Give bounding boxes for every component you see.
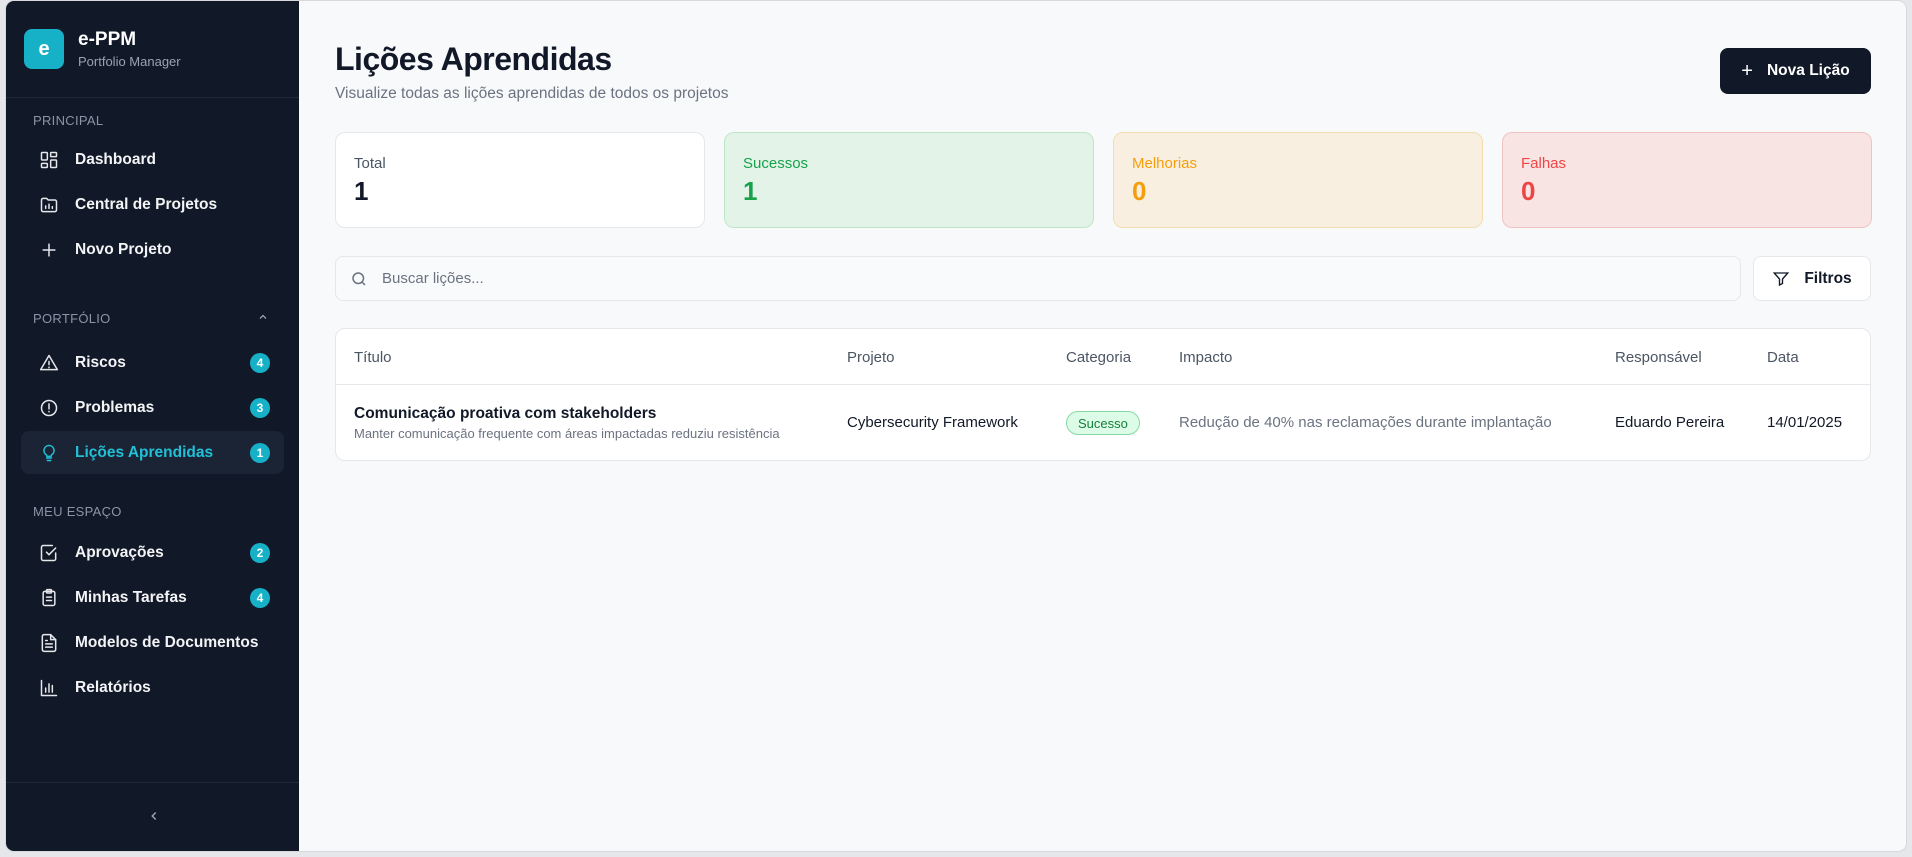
sidebar-item-novo-projeto[interactable]: Novo Projeto	[21, 228, 284, 271]
section-label-meu-espaco: MEU ESPAÇO	[33, 504, 122, 519]
count-badge: 4	[250, 353, 270, 373]
count-badge: 1	[250, 443, 270, 463]
column-header-impacto[interactable]: Impacto	[1179, 349, 1232, 366]
sidebar-item-label: Aprovações	[75, 543, 164, 561]
new-lesson-button[interactable]: + Nova Lição	[1720, 48, 1871, 94]
sidebar-item-minhas-tarefas[interactable]: Minhas Tarefas 4	[21, 576, 284, 619]
brand-subtitle: Portfolio Manager	[78, 54, 181, 69]
stat-value: 1	[354, 176, 369, 206]
column-header-projeto[interactable]: Projeto	[847, 349, 895, 366]
sidebar-item-dashboard[interactable]: Dashboard	[21, 138, 284, 181]
stat-card-melhorias: Melhorias 0	[1113, 132, 1483, 228]
sidebar-item-label: Riscos	[75, 353, 126, 371]
sidebar-item-label: Minhas Tarefas	[75, 588, 187, 606]
sidebar-item-label: Central de Projetos	[75, 195, 218, 213]
search-icon	[352, 271, 366, 286]
chevron-up-icon[interactable]	[257, 311, 269, 323]
column-header-titulo[interactable]: Título	[354, 349, 392, 366]
brand[interactable]: e e-PPM Portfolio Manager	[24, 29, 181, 69]
count-badge: 3	[250, 398, 270, 418]
check-square-icon	[39, 543, 59, 563]
sidebar-item-problemas[interactable]: Problemas 3	[21, 386, 284, 429]
category-badge: Sucesso	[1066, 411, 1140, 435]
search-bar[interactable]	[335, 256, 1741, 301]
dashboard-icon	[39, 150, 59, 170]
folder-icon	[39, 195, 59, 215]
collapse-sidebar-chevron-left-icon[interactable]	[147, 809, 161, 823]
plus-icon: +	[1741, 59, 1753, 82]
stat-label: Melhorias	[1132, 155, 1198, 172]
alert-circle-icon	[39, 398, 59, 418]
app-window: e e-PPM Portfolio Manager PRINCIPAL Dash…	[6, 1, 1906, 851]
new-lesson-label: Nova Lição	[1766, 62, 1850, 79]
lesson-impact: Redução de 40% nas reclamações durante i…	[1179, 414, 1552, 431]
clipboard-icon	[39, 588, 59, 608]
sidebar-item-label: Dashboard	[75, 150, 156, 168]
brand-name: e-PPM	[78, 29, 137, 50]
sidebar-item-relatorios[interactable]: Relatórios	[21, 666, 284, 709]
page-title: Lições Aprendidas	[335, 41, 612, 77]
main-content: Lições Aprendidas Visualize todas as liç…	[299, 1, 1906, 851]
stat-label: Falhas	[1521, 155, 1567, 172]
count-badge: 4	[250, 588, 270, 608]
page-subtitle: Visualize todas as lições aprendidas de …	[335, 85, 729, 102]
sidebar-item-riscos[interactable]: Riscos 4	[21, 341, 284, 384]
lesson-owner: Eduardo Pereira	[1615, 414, 1725, 431]
sidebar-item-label: Lições Aprendidas	[75, 443, 214, 461]
lesson-title[interactable]: Comunicação proativa com stakeholders	[354, 405, 656, 423]
sidebar-item-modelos-de-documentos[interactable]: Modelos de Documentos	[21, 621, 284, 664]
file-text-icon	[39, 633, 59, 653]
stat-label: Sucessos	[743, 155, 809, 172]
stat-value: 0	[1132, 176, 1147, 206]
sidebar-divider	[6, 97, 299, 98]
sidebar-item-label: Relatórios	[75, 678, 151, 696]
alert-triangle-icon	[39, 353, 59, 373]
filters-button[interactable]: Filtros	[1753, 256, 1871, 301]
lesson-date: 14/01/2025	[1767, 414, 1843, 431]
sidebar-item-licoes-aprendidas[interactable]: Lições Aprendidas 1	[21, 431, 284, 474]
count-badge: 2	[250, 543, 270, 563]
sidebar: e e-PPM Portfolio Manager PRINCIPAL Dash…	[6, 1, 299, 851]
bar-chart-icon	[39, 678, 59, 698]
plus-icon	[39, 240, 59, 260]
sidebar-item-central-de-projetos[interactable]: Central de Projetos	[21, 183, 284, 226]
stat-label: Total	[354, 155, 386, 172]
lightbulb-icon	[39, 443, 59, 463]
brand-logo: e	[24, 29, 64, 69]
lesson-project: Cybersecurity Framework	[847, 414, 1018, 431]
sidebar-item-label: Novo Projeto	[75, 240, 172, 258]
search-input[interactable]	[382, 270, 1682, 287]
column-header-categoria[interactable]: Categoria	[1066, 349, 1131, 366]
lesson-description: Manter comunicação frequente com áreas i…	[354, 426, 780, 441]
stat-value: 0	[1521, 176, 1536, 206]
sidebar-item-label: Problemas	[75, 398, 155, 416]
stat-card-total: Total 1	[335, 132, 705, 228]
stat-card-falhas: Falhas 0	[1502, 132, 1872, 228]
sidebar-item-aprovacoes[interactable]: Aprovações 2	[21, 531, 284, 574]
stat-card-sucessos: Sucessos 1	[724, 132, 1094, 228]
lessons-table: Título Projeto Categoria Impacto Respons…	[335, 328, 1871, 461]
column-header-data[interactable]: Data	[1767, 349, 1799, 366]
column-header-responsavel[interactable]: Responsável	[1615, 349, 1702, 366]
section-label-portfolio: PORTFÓLIO	[33, 311, 111, 326]
section-label-principal: PRINCIPAL	[33, 113, 104, 128]
sidebar-item-label: Modelos de Documentos	[75, 633, 259, 651]
filters-label: Filtros	[1804, 269, 1852, 287]
sidebar-divider	[6, 782, 299, 783]
filter-icon	[1773, 271, 1790, 286]
table-divider	[336, 384, 1870, 385]
stat-value: 1	[743, 176, 758, 206]
